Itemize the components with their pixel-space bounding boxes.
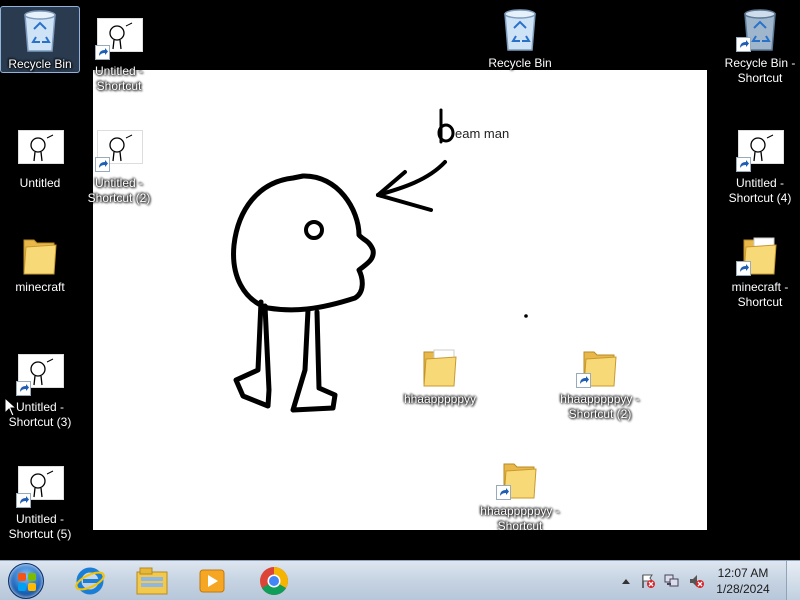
desktop-icon-label: hhaapppppyy	[403, 392, 477, 406]
recycle-bin-icon	[504, 9, 536, 51]
internet-explorer-icon	[75, 567, 105, 595]
desktop-icon-untitled-shortcut-3[interactable]: Untitled - Shortcut (3)	[0, 350, 80, 430]
mouse-pointer-icon	[4, 397, 16, 417]
desktop-icon-untitled-shortcut-4[interactable]: Untitled - Shortcut (4)	[720, 126, 800, 206]
shortcut-arrow-icon	[95, 45, 110, 60]
shortcut-arrow-icon	[496, 485, 511, 500]
bean-man-drawing	[231, 108, 528, 413]
desktop-icon-minecraft-shortcut[interactable]: minecraft - Shortcut	[720, 230, 800, 310]
taskbar-chrome[interactable]	[246, 563, 302, 599]
desktop-icon-hhaapppppyy[interactable]: hhaapppppyy	[400, 342, 480, 407]
recycle-bin-icon	[24, 10, 56, 52]
wallpaper-drawing: eam man	[93, 70, 707, 530]
network-icon[interactable]	[664, 573, 680, 589]
file-explorer-icon	[136, 567, 168, 595]
shortcut-arrow-icon	[16, 493, 31, 508]
desktop-icon-recycle-bin[interactable]: Recycle Bin	[0, 6, 80, 73]
chrome-icon	[260, 567, 288, 595]
windows-logo-icon	[8, 563, 44, 599]
taskbar-media-player[interactable]	[184, 563, 240, 599]
desktop-icon-label: Untitled - Shortcut	[94, 64, 144, 93]
desktop-icon-label: minecraft - Shortcut	[731, 280, 789, 309]
desktop-icon-untitled[interactable]: Untitled	[0, 126, 80, 191]
system-tray: 12:07 AM 1/28/2024	[600, 561, 800, 600]
desktop-icon-label: Untitled - Shortcut (2)	[87, 176, 151, 205]
taskbar-internet-explorer[interactable]	[62, 563, 118, 599]
desktop-icon-label: Recycle Bin - Shortcut	[724, 56, 796, 85]
shortcut-arrow-icon	[16, 381, 31, 396]
desktop-icon-untitled-shortcut[interactable]: Untitled - Shortcut	[79, 14, 159, 94]
desktop[interactable]: eam man Recycle Bin Untitled - Shortcut …	[0, 0, 800, 560]
desktop-icon-recycle-bin-2[interactable]: Recycle Bin	[480, 6, 560, 71]
shortcut-arrow-icon	[736, 261, 751, 276]
show-desktop-button[interactable]	[786, 561, 800, 600]
show-hidden-icons-arrow-icon[interactable]	[618, 573, 634, 589]
desktop-icon-label: Recycle Bin	[8, 57, 72, 71]
media-player-icon	[199, 569, 225, 593]
volume-muted-icon[interactable]	[688, 573, 704, 589]
shortcut-arrow-icon	[736, 37, 751, 52]
desktop-icon-minecraft[interactable]: minecraft	[0, 230, 80, 295]
clock-date: 1/28/2024	[716, 582, 770, 596]
desktop-icon-untitled-shortcut-5[interactable]: Untitled - Shortcut (5)	[0, 462, 80, 542]
action-center-flag-icon[interactable]	[640, 573, 656, 589]
wallpaper-caption: eam man	[455, 126, 510, 141]
folder-icon	[23, 239, 57, 275]
desktop-icon-label: Untitled - Shortcut (4)	[728, 176, 792, 205]
desktop-icon-label: minecraft	[15, 280, 65, 294]
taskbar-file-explorer[interactable]	[124, 563, 180, 599]
folder-icon	[423, 349, 457, 387]
desktop-icon-hhaapppppyy-shortcut[interactable]: hhaapppppyy - Shortcut	[480, 454, 560, 534]
clock-time: 12:07 AM	[717, 566, 769, 580]
desktop-icon-untitled-shortcut-2[interactable]: Untitled - Shortcut (2)	[79, 126, 159, 206]
desktop-icon-label: hhaapppppyy - Shortcut	[480, 504, 560, 533]
image-thumbnail-icon	[18, 130, 64, 164]
shortcut-arrow-icon	[736, 157, 751, 172]
start-button[interactable]	[4, 561, 48, 600]
taskbar: 12:07 AM 1/28/2024	[0, 560, 800, 600]
shortcut-arrow-icon	[95, 157, 110, 172]
desktop-icon-label: Untitled	[19, 176, 61, 190]
shortcut-arrow-icon	[576, 373, 591, 388]
clock[interactable]: 12:07 AM 1/28/2024	[708, 565, 778, 597]
desktop-icon-label: hhaapppppyy - Shortcut (2)	[560, 392, 640, 421]
desktop-icon-recycle-bin-shortcut[interactable]: Recycle Bin - Shortcut	[720, 6, 800, 86]
desktop-icon-label: Untitled - Shortcut (5)	[8, 512, 72, 541]
desktop-icon-hhaapppppyy-shortcut-2[interactable]: hhaapppppyy - Shortcut (2)	[560, 342, 640, 422]
desktop-icon-label: Recycle Bin	[488, 56, 552, 70]
